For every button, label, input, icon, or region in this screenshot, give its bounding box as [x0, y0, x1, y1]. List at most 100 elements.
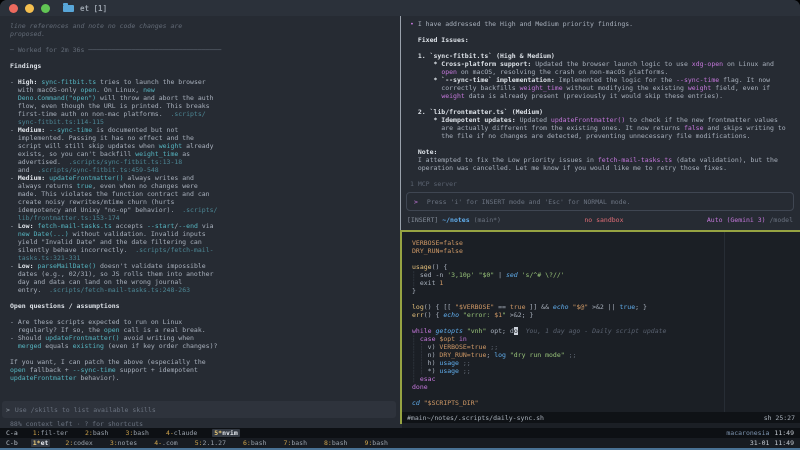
terminal-line: made. This violates the function contrac… [10, 190, 400, 198]
terminal-line: yield "Invalid Date" and the date filter… [10, 238, 400, 246]
terminal-line: log() { [[ "$VERBOSE" == true ]] && echo… [412, 303, 800, 311]
terminal-line [412, 391, 800, 399]
terminal-line: 2. `lib/frontmatter.ts` (Medium) [410, 108, 800, 116]
tmux-window-.com[interactable]: 4-.com [152, 439, 179, 447]
terminal-line: flow, even though the URL is printed. Th… [10, 102, 400, 110]
tmux-window-bash[interactable]: 3:bash [123, 429, 150, 437]
terminal-line: 1. `sync-fitbit.ts` (High & Medium) [410, 52, 800, 60]
tmux-window-fil-ter[interactable]: 1:fil-ter [31, 429, 70, 437]
titlebar: et [1] [0, 0, 800, 16]
gemini-input-hint: Press 'i' for INSERT mode and 'Esc' for … [427, 198, 631, 206]
tmux-bar-right: macaronesia 11:49 [726, 429, 794, 437]
terminal-line: merged equals existing (even if key orde… [10, 342, 400, 350]
terminal-line: open on macOS, resolving the crash on no… [410, 68, 800, 76]
terminal-line: are actually different from the existing… [410, 124, 800, 132]
claude-pane: line references and note no code changes… [0, 16, 400, 428]
terminal-line: the file if no changes are detected, pre… [410, 132, 800, 140]
terminal-line [412, 255, 800, 263]
statusbar-right: Auto (Gemini 3) /model [707, 215, 793, 225]
terminal-line: - Medium: --sync-time is documented but … [10, 126, 400, 134]
tmux-window-list: 1*et 2:codex 3:notes 4-.com 5:2.1.27 6:bash 7:… [31, 439, 390, 447]
tmux-window-codex[interactable]: 2:codex [63, 439, 94, 447]
terminal-line: Findings [10, 62, 400, 70]
terminal-line: cd "$SCRIPTS_DIR" [412, 399, 800, 407]
terminal-line: dates (e.g., 02/31), so JS rolls them in… [10, 270, 400, 278]
terminal-line: VERBOSE=false [412, 239, 800, 247]
terminal-line [410, 44, 800, 52]
vim-statusline-position: sh 25:27 [764, 414, 795, 422]
sandbox-status: no sandbox [584, 215, 623, 225]
terminal-line: always returns true, even when no change… [10, 182, 400, 190]
terminal-line: ┆ ┆ h) usage ;; [412, 359, 800, 367]
gemini-pane: • I have addressed the High and Medium p… [402, 16, 800, 230]
vim-statusline: #main~/notes/.scripts/daily-sync.sh sh 2… [402, 412, 800, 423]
terminal-line: lib/frontmatter.ts:153-174 [10, 214, 400, 222]
terminal-line: sync-fitbit.ts:114-115 [10, 118, 400, 126]
terminal-line: - High: sync-fitbit.ts tries to launch t… [10, 78, 400, 86]
terminal-line: * Idempotent updates: Updated updateFron… [410, 116, 800, 124]
terminal-line: exists, so you can't backfill weight_tim… [10, 150, 400, 158]
terminal-line: updateFrontmatter behavior). [10, 374, 400, 382]
maximize-button[interactable] [41, 4, 50, 13]
terminal-line [10, 38, 400, 46]
terminal-line: * `--sync-time` implementation: Implemen… [410, 76, 800, 84]
terminal-line: tasks.ts:321-331 [10, 254, 400, 262]
terminal-line: err() { echo "error: $1" >&2; } [412, 311, 800, 319]
terminal-line: ┆ sed -n '3,10p' "$0" | sed 's/^# \?//' [412, 271, 800, 279]
tmux-bar-inner: C-a 1:fil-ter2:bash3:bash4-claude5*nvim … [0, 428, 800, 438]
terminal-line: silently behave incorrectly. .scripts/fe… [10, 246, 400, 254]
statusbar-left: [INSERT] ~/notes (main*) [407, 215, 501, 225]
terminal-line: first-time auth on non-mac platforms. .s… [10, 110, 400, 118]
tmux-window-et[interactable]: 1*et [31, 439, 51, 447]
tmux-window-2.1.27[interactable]: 5:2.1.27 [193, 439, 228, 447]
terminal-line: weight data is already present (previous… [410, 92, 800, 100]
terminal-line: - Are these scripts expected to run on L… [10, 318, 400, 326]
terminal-line: implemented. Passing it has no effect an… [10, 134, 400, 142]
tmux-window-list: 1:fil-ter 2:bash 3:bash 4-claude 5*nvim [31, 429, 240, 437]
tmux-window-notes[interactable]: 3:notes [108, 439, 139, 447]
tmux-window-bash[interactable]: 6:bash [241, 439, 268, 447]
gemini-input[interactable]: > Press 'i' for INSERT mode and 'Esc' fo… [406, 192, 794, 211]
terminal-line: proposed. [10, 30, 400, 38]
terminal-line: ┆ case $opt in [412, 335, 800, 343]
terminal-line: script will still skip updates when weig… [10, 142, 400, 150]
claude-output: line references and note no code changes… [0, 16, 400, 382]
terminal-line: Note: [410, 148, 800, 156]
tmux-window-bash[interactable]: 8:bash [322, 439, 349, 447]
gemini-statusbar: [INSERT] ~/notes (main*) no sandbox Auto… [407, 215, 793, 225]
vim-editor[interactable]: VERBOSE=falseDRY_RUN=false usage() {┆ se… [402, 232, 800, 428]
terminal-line: ┆ ┆ n) DRY_RUN=true; log "dry run mode" … [412, 351, 800, 359]
terminal-line: done [412, 383, 800, 391]
tmux-prefix-label: C-a [6, 429, 18, 437]
tmux-window-claude[interactable]: 4-claude [164, 429, 199, 437]
terminal-line: with macOS-only open. On Linux, new [10, 86, 400, 94]
tmux-window-bash[interactable]: 7:bash [282, 439, 309, 447]
terminal-line: ┆ esac [412, 375, 800, 383]
terminal-line: - Medium: updateFrontmatter() always wri… [10, 174, 400, 182]
model-hint: /model [766, 216, 793, 224]
terminal-line: * Cross-platform support: Updated the br… [410, 60, 800, 68]
pane-divider [400, 16, 401, 230]
mcp-server-status: 1 MCP server [410, 180, 457, 188]
terminal-line: day and data can land on the wrong journ… [10, 278, 400, 286]
vim-buffer: VERBOSE=falseDRY_RUN=false usage() {┆ se… [402, 232, 800, 407]
minimize-button[interactable] [25, 4, 34, 13]
window-title: et [1] [80, 4, 107, 13]
tmux-prefix-label: C-b [6, 439, 18, 447]
terminal-line: } [412, 287, 800, 295]
tmux-window-bash[interactable]: 2:bash [83, 429, 110, 437]
tmux-bar-right: 31-01 11:49 [750, 439, 794, 447]
terminal-line: ┆ exit 1 [412, 279, 800, 287]
terminal-line: ─ Worked for 2m 36s ────────────────────… [10, 46, 400, 54]
tmux-window-nvim[interactable]: 5*nvim [212, 429, 239, 437]
tmux-window-bash[interactable]: 9:bash [362, 439, 389, 447]
claude-input-hint: Use /skills to list available skills [15, 406, 156, 414]
claude-input[interactable]: > Use /skills to list available skills [2, 401, 396, 418]
vim-mode-indicator: [INSERT] [407, 216, 438, 224]
terminal-line: line references and note no code changes… [10, 22, 400, 30]
close-button[interactable] [9, 4, 18, 13]
terminal-window: et [1] line references and note no code … [0, 0, 800, 450]
cwd-label: ~/notes [442, 216, 469, 224]
terminal-line: Open questions / assumptions [10, 302, 400, 310]
prompt-icon: > [414, 198, 418, 206]
